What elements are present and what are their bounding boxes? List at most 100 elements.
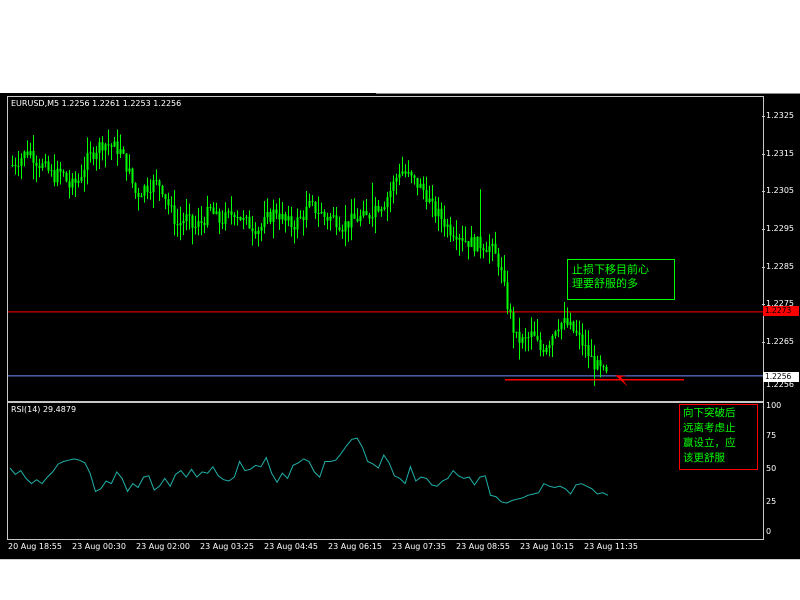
candle-body: [41, 163, 44, 168]
candle-body: [593, 356, 596, 370]
candle-body: [116, 141, 119, 155]
note-line: 赢设立，应: [683, 437, 736, 449]
stop-loss-note[interactable]: 止损下移目前心 理要舒服的多: [567, 259, 675, 300]
candle-body: [461, 237, 464, 241]
candle-body: [392, 181, 395, 191]
candle-body: [398, 174, 401, 178]
price-axis-label: 1.2305: [766, 186, 794, 195]
price-pane[interactable]: EURUSD,M5 1.2256 1.2261 1.2253 1.2256: [7, 96, 764, 402]
price-tick: [762, 229, 765, 230]
candle-body: [329, 216, 332, 221]
candle-body: [512, 312, 515, 333]
note-line: 理要舒服的多: [572, 277, 638, 290]
candle-body: [284, 214, 287, 221]
rsi-pane[interactable]: RSI(14) 29.4879: [7, 402, 764, 540]
candle-body: [53, 170, 56, 183]
candle-body: [257, 230, 260, 235]
candle-body: [56, 168, 59, 183]
candle-body: [158, 180, 161, 186]
candle-body: [491, 243, 494, 247]
price-tick: [762, 304, 765, 305]
candle-body: [305, 206, 308, 221]
time-axis-label: 23 Aug 04:45: [264, 542, 318, 551]
candle-body: [365, 210, 368, 215]
candle-body: [338, 227, 341, 230]
candle-body: [170, 205, 173, 207]
candle-body: [221, 222, 224, 224]
candle-body: [236, 217, 239, 219]
candle-body: [302, 216, 305, 221]
candle-body: [455, 236, 458, 240]
candle-body: [101, 142, 104, 151]
candle-body: [215, 211, 218, 214]
candle-body: [602, 366, 605, 368]
candle-body: [194, 226, 197, 228]
rsi-plot[interactable]: [8, 403, 763, 539]
candle-body: [311, 200, 314, 202]
note-line: 该更舒服: [683, 452, 725, 464]
breakout-note[interactable]: 向下突破后 远离考虑止 赢设立，应 该更舒服: [679, 404, 758, 470]
candle-body: [26, 151, 29, 156]
candle-body: [224, 212, 227, 224]
candle-body: [413, 175, 416, 178]
candle-body: [203, 223, 206, 226]
candle-body: [326, 216, 329, 221]
candle-body: [542, 350, 545, 353]
candle-body: [113, 141, 116, 147]
candle-body: [440, 208, 443, 220]
candle-body: [383, 207, 386, 210]
candle-body: [596, 360, 599, 370]
candle-body: [503, 270, 506, 283]
candle-body: [272, 209, 275, 222]
candle-body: [371, 217, 374, 219]
candle-body: [209, 206, 212, 208]
candle-body: [128, 168, 131, 172]
candle-body: [89, 152, 92, 154]
candle-body: [536, 335, 539, 340]
candle-body: [23, 151, 26, 159]
candle-body: [506, 282, 509, 310]
candle-body: [479, 236, 482, 249]
candle-body: [386, 197, 389, 208]
candle-body: [395, 177, 398, 182]
candle-body: [71, 178, 74, 188]
candle-body: [377, 205, 380, 212]
candle-body: [293, 227, 296, 230]
candlestick-plot[interactable]: [8, 97, 763, 401]
candle-body: [86, 153, 89, 170]
candle-body: [248, 216, 251, 229]
candle-body: [494, 243, 497, 254]
candle-body: [20, 158, 23, 166]
candle-body: [554, 331, 557, 336]
candle-body: [353, 213, 356, 219]
candle-body: [269, 212, 272, 222]
time-axis-label: 20 Aug 18:55: [8, 542, 62, 551]
candle-body: [404, 171, 407, 174]
time-axis-label: 23 Aug 08:55: [456, 542, 510, 551]
candle-body: [239, 217, 242, 220]
candle-body: [266, 212, 269, 218]
candle-body: [401, 171, 404, 175]
candle-body: [566, 318, 569, 326]
candle-body: [212, 207, 215, 214]
candle-body: [47, 161, 50, 171]
candle-body: [407, 172, 410, 174]
candle-body: [29, 151, 32, 156]
candle-body: [110, 145, 113, 147]
candle-body: [587, 345, 590, 356]
note-line: 远离考虑止: [683, 422, 736, 434]
candle-body: [263, 217, 266, 228]
red-line-price-tag: 1.2273: [763, 306, 799, 316]
candle-body: [83, 169, 86, 178]
candle-body: [230, 211, 233, 215]
candle-body: [356, 218, 359, 222]
candle-body: [197, 221, 200, 227]
price-axis-label: 1.2325: [766, 111, 794, 120]
candle-body: [80, 177, 83, 181]
candle-body: [152, 180, 155, 193]
candle-body: [308, 200, 311, 207]
rsi-axis-label: 0: [766, 527, 772, 536]
candle-body: [590, 355, 593, 357]
candle-body: [122, 149, 125, 154]
note-line: 止损下移目前心: [572, 263, 649, 276]
